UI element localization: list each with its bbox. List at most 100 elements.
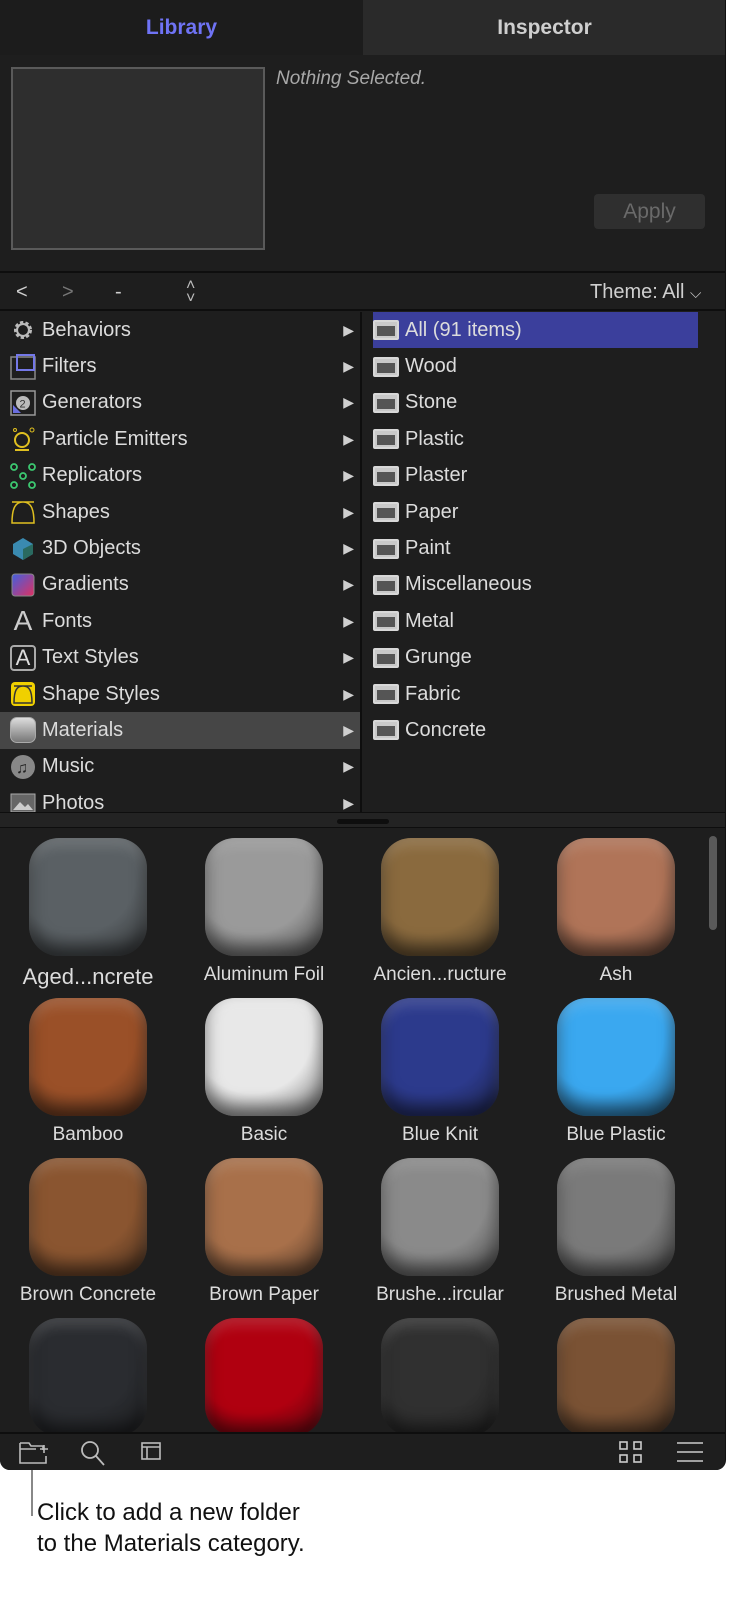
font-icon: A [13,605,33,637]
folder-icon [373,720,399,741]
folder-icon [373,356,399,377]
category-text-styles[interactable]: A Text Styles ▶ [0,640,360,676]
disclosure-arrow-icon: ▶ [343,758,354,775]
folder-item[interactable]: Wood [373,348,698,384]
folder-item[interactable]: Concrete [373,712,698,748]
material-item[interactable] [528,1318,704,1432]
category-fonts[interactable]: A Fonts ▶ [0,603,360,639]
tab-library[interactable]: Library [0,0,363,55]
material-item[interactable] [352,1318,528,1432]
category-3d-objects[interactable]: 3D Objects ▶ [0,530,360,566]
material-item[interactable]: Ancien...ructure [352,838,528,998]
disclosure-arrow-icon: ▶ [343,358,354,375]
folder-label: Paint [405,537,451,560]
folder-item[interactable]: Stone [373,385,698,421]
list-icon[interactable] [676,1440,704,1466]
shape-icon [9,498,37,526]
category-label: Text Styles [42,646,139,669]
material-item[interactable] [176,1318,352,1432]
material-label: Blue Knit [401,1124,479,1145]
material-item[interactable]: Brown Paper [176,1158,352,1318]
category-shape-styles[interactable]: Shape Styles ▶ [0,676,360,712]
callout-line-1: Click to add a new folder [37,1499,300,1526]
material-swatch [205,1318,323,1432]
material-item[interactable]: Blue Plastic [528,998,704,1158]
material-item[interactable]: Bamboo [0,998,176,1158]
cube-icon [9,535,37,563]
folder-label: Wood [405,355,457,378]
category-filters[interactable]: Filters ▶ [0,348,360,384]
category-label: Fonts [42,609,93,632]
material-item[interactable] [0,1318,176,1432]
folder-item[interactable]: Miscellaneous [373,567,698,603]
material-item[interactable]: Brushe...ircular [352,1158,528,1318]
category-generators[interactable]: 2 Generators ▶ [0,385,360,421]
material-item[interactable]: Ash [528,838,704,998]
category-behaviors[interactable]: Behaviors ▶ [0,312,360,348]
category-label: Shape Styles [42,682,160,705]
folder-label: Grunge [405,646,472,669]
path-popup[interactable]: - [115,281,122,304]
new-folder-icon[interactable] [18,1440,50,1466]
material-label: Brown Paper [209,1284,319,1305]
category-photos[interactable]: Photos ▶ [0,785,360,812]
material-swatch [29,998,147,1116]
folder-icon [373,429,399,450]
callout-line-2: to the Materials category. [37,1530,305,1557]
forward-button[interactable]: > [62,281,74,304]
library-panel: Library Inspector Nothing Selected. Appl… [0,0,726,1470]
folder-item[interactable]: Grunge [373,640,698,676]
category-shapes[interactable]: Shapes ▶ [0,494,360,530]
material-item[interactable]: Brushed Metal [528,1158,704,1318]
path-chevron-icon[interactable]: ˄ ˅ [186,278,195,307]
material-item[interactable]: Aluminum Foil [176,838,352,998]
category-music[interactable]: ♫ Music ▶ [0,749,360,785]
preview-area: Nothing Selected. Apply [0,55,725,273]
disclosure-arrow-icon: ▶ [343,430,354,447]
preview-icon[interactable] [140,1440,164,1464]
emitter-icon [9,425,37,453]
theme-popup[interactable]: Theme: All ⌵ [590,281,701,304]
folder-item[interactable]: Paint [373,530,698,566]
material-swatch [29,838,147,956]
bottom-toolbar [0,1432,725,1470]
folder-item[interactable]: All (91 items) [373,312,698,349]
gear-icon [9,316,37,344]
folder-icon [373,647,399,668]
theme-label: Theme: All [590,281,685,303]
material-item[interactable]: Blue Knit [352,998,528,1158]
category-materials[interactable]: Materials ▶ [0,712,360,749]
divider-handle[interactable] [337,819,389,824]
category-particle-emitters[interactable]: Particle Emitters ▶ [0,421,360,457]
category-label: Photos [42,791,105,812]
folder-item[interactable]: Plaster [373,458,698,494]
back-button[interactable]: < [16,281,28,304]
material-label: Blue Plastic [566,1124,666,1145]
material-item[interactable]: Brown Concrete [0,1158,176,1318]
folder-item[interactable]: Metal [373,603,698,639]
material-item[interactable]: Aged...ncrete [0,838,176,998]
category-label: Particle Emitters [42,427,188,450]
material-label: Ancien...ructure [373,964,507,985]
replicator-icon [9,462,37,490]
scrollbar[interactable] [709,836,717,930]
folder-item[interactable]: Fabric [373,676,698,712]
folder-item[interactable]: Plastic [373,421,698,457]
material-label: Aged...ncrete [22,964,154,989]
folder-icon [373,392,399,413]
tab-inspector[interactable]: Inspector [363,0,725,55]
category-gradients[interactable]: Gradients ▶ [0,567,360,603]
folder-label: Paper [405,500,459,523]
search-icon[interactable] [80,1440,106,1468]
apply-button[interactable]: Apply [594,194,705,229]
split-divider[interactable] [0,812,725,828]
material-item[interactable]: Basic [176,998,352,1158]
material-label: Bamboo [52,1124,124,1145]
category-label: Generators [42,391,143,414]
category-replicators[interactable]: Replicators ▶ [0,458,360,494]
grid-icon[interactable] [618,1440,644,1466]
disclosure-arrow-icon: ▶ [343,721,354,738]
material-label: Basic [240,1124,288,1145]
folder-item[interactable]: Paper [373,494,698,530]
category-label: Filters [42,355,97,378]
